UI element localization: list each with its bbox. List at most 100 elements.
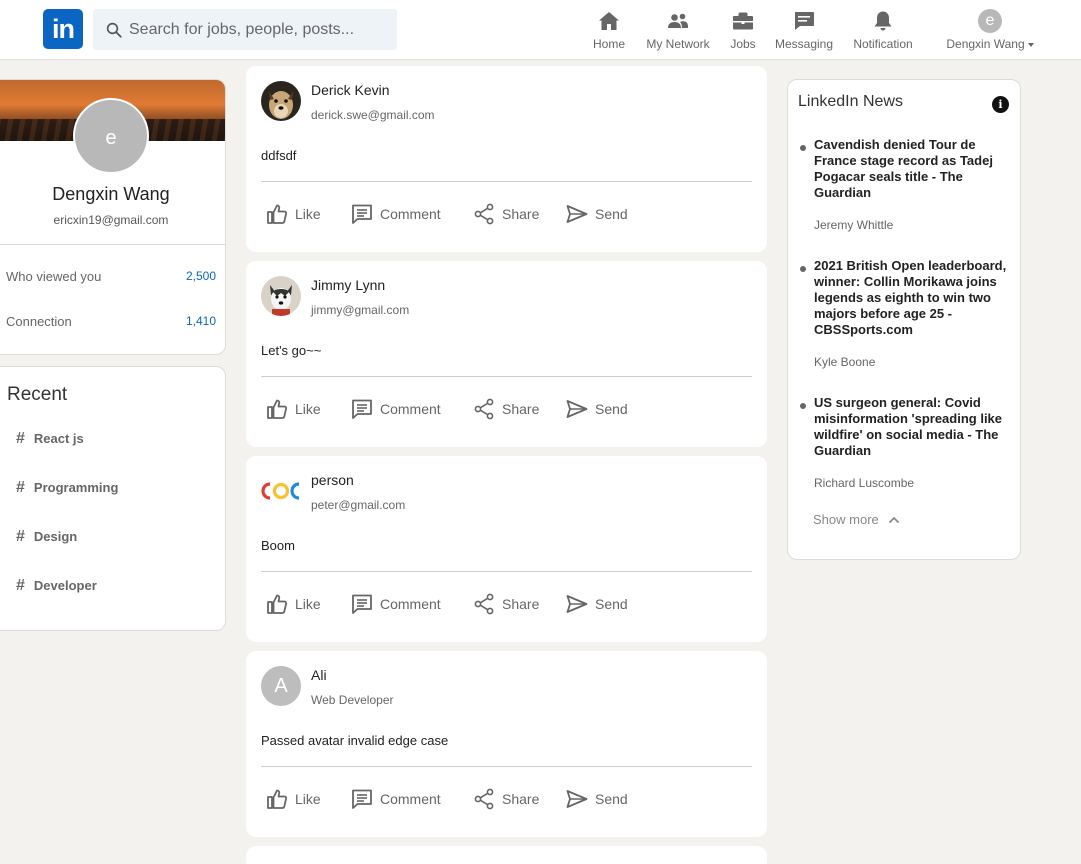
comment-icon (352, 399, 372, 419)
post-body: ddfsdf (261, 148, 297, 163)
stat-connection[interactable]: Connection 1,410 (6, 314, 216, 329)
send-button[interactable]: Send (565, 787, 628, 811)
post-body: Boom (261, 538, 295, 553)
news-item[interactable]: 2021 British Open leaderboard, winner: C… (800, 258, 1014, 369)
like-button[interactable]: Like (265, 592, 321, 616)
post-avatar[interactable] (261, 276, 301, 316)
post-avatar[interactable] (261, 81, 301, 121)
like-button[interactable]: Like (265, 202, 321, 226)
nav-messaging[interactable]: Messaging (773, 9, 835, 53)
nav-my-network-label: My Network (646, 37, 710, 51)
profile-name[interactable]: Dengxin Wang (0, 184, 225, 205)
thumbs-up-icon (267, 594, 288, 614)
search-icon (106, 22, 122, 38)
search-input[interactable] (129, 20, 389, 39)
nav-my-network[interactable]: My Network (644, 9, 712, 53)
like-label: Like (295, 791, 321, 807)
nav-me-menu[interactable]: e Dengxin Wang (944, 9, 1036, 53)
news-author: Richard Luscombe (814, 476, 915, 490)
hash-icon: # (16, 528, 25, 545)
recent-tag[interactable]: # Design (16, 528, 77, 546)
share-button[interactable]: Share (472, 787, 539, 811)
news-author: Kyle Boone (814, 355, 876, 369)
news-headline[interactable]: US surgeon general: Covid misinformation… (814, 395, 1014, 459)
news-item[interactable]: US surgeon general: Covid misinformation… (800, 395, 1014, 490)
like-button[interactable]: Like (265, 787, 321, 811)
share-button[interactable]: Share (472, 397, 539, 421)
hash-icon: # (16, 479, 25, 496)
send-icon (566, 400, 588, 418)
post-actions: Like Comment Share Send (265, 202, 745, 226)
recent-tag-label: Design (33, 529, 78, 544)
post-author-name[interactable]: person (311, 472, 354, 488)
post-actions: Like Comment Share Send (265, 592, 745, 616)
share-button[interactable]: Share (472, 592, 539, 616)
profile-email: ericxin19@gmail.com (53, 213, 169, 227)
share-button[interactable]: Share (472, 202, 539, 226)
share-icon (474, 788, 494, 810)
search-bar[interactable] (93, 9, 397, 50)
news-headline[interactable]: Cavendish denied Tour de France stage re… (814, 137, 1014, 201)
stat-label: Who viewed you (6, 269, 102, 284)
send-button[interactable]: Send (565, 592, 628, 616)
post-avatar[interactable] (261, 471, 301, 511)
post-author-name[interactable]: Ali (311, 667, 327, 683)
post-card (246, 846, 767, 864)
post-body: Let's go~~ (261, 343, 322, 358)
share-label: Share (502, 596, 540, 612)
share-icon (474, 398, 494, 420)
nav-home[interactable]: Home (593, 9, 625, 53)
post-author-subtitle: derick.swe@gmail.com (311, 108, 435, 122)
home-icon (599, 12, 619, 30)
divider (261, 376, 752, 377)
hash-icon: # (16, 430, 25, 447)
recent-tag[interactable]: # Developer (16, 577, 97, 595)
nav-jobs[interactable]: Jobs (729, 9, 757, 53)
recent-card: Recent # React js # Programming # Design # D… (0, 366, 226, 631)
like-button[interactable]: Like (265, 397, 321, 421)
recent-tag[interactable]: # Programming (16, 479, 118, 497)
stat-who-viewed[interactable]: Who viewed you 2,500 (6, 269, 216, 284)
hash-icon: # (16, 577, 25, 594)
comment-label: Comment (380, 791, 441, 807)
linkedin-logo[interactable]: in (43, 9, 83, 49)
comment-label: Comment (380, 596, 441, 612)
news-headline[interactable]: 2021 British Open leaderboard, winner: C… (814, 258, 1014, 338)
news-item[interactable]: Cavendish denied Tour de France stage re… (800, 137, 1014, 232)
share-icon (474, 203, 494, 225)
post-author-name[interactable]: Derick Kevin (311, 82, 390, 98)
info-icon[interactable]: i (992, 96, 1009, 113)
post-avatar[interactable]: A (261, 666, 301, 706)
message-icon (795, 12, 814, 30)
comment-button[interactable]: Comment (350, 592, 441, 616)
share-icon (474, 593, 494, 615)
comment-button[interactable]: Comment (350, 202, 441, 226)
recent-tag-label: React js (33, 431, 84, 446)
chevron-up-icon (888, 516, 899, 523)
divider (261, 181, 752, 182)
like-label: Like (295, 206, 321, 222)
comment-button[interactable]: Comment (350, 397, 441, 421)
user-name: Dengxin Wang (946, 37, 1025, 51)
share-label: Share (502, 401, 540, 417)
show-more-button[interactable]: Show more (813, 512, 901, 527)
post-body: Passed avatar invalid edge case (261, 733, 449, 748)
bullet-icon (800, 145, 806, 151)
nav-notification[interactable]: Notification (851, 9, 915, 53)
bullet-icon (800, 266, 806, 272)
recent-tag-label: Developer (33, 578, 97, 593)
comment-button[interactable]: Comment (350, 787, 441, 811)
send-button[interactable]: Send (565, 397, 628, 421)
comment-icon (352, 594, 372, 614)
comment-label: Comment (380, 206, 441, 222)
post-author-subtitle: Web Developer (311, 693, 394, 707)
post-author-subtitle: jimmy@gmail.com (311, 303, 410, 317)
post-author-name[interactable]: Jimmy Lynn (311, 277, 385, 293)
stat-value: 2,500 (185, 269, 216, 283)
thumbs-up-icon (267, 399, 288, 419)
send-button[interactable]: Send (565, 202, 628, 226)
nav-jobs-label: Jobs (730, 37, 756, 51)
profile-avatar[interactable]: e (73, 98, 149, 174)
send-label: Send (595, 596, 628, 612)
recent-tag[interactable]: # React js (16, 430, 84, 448)
